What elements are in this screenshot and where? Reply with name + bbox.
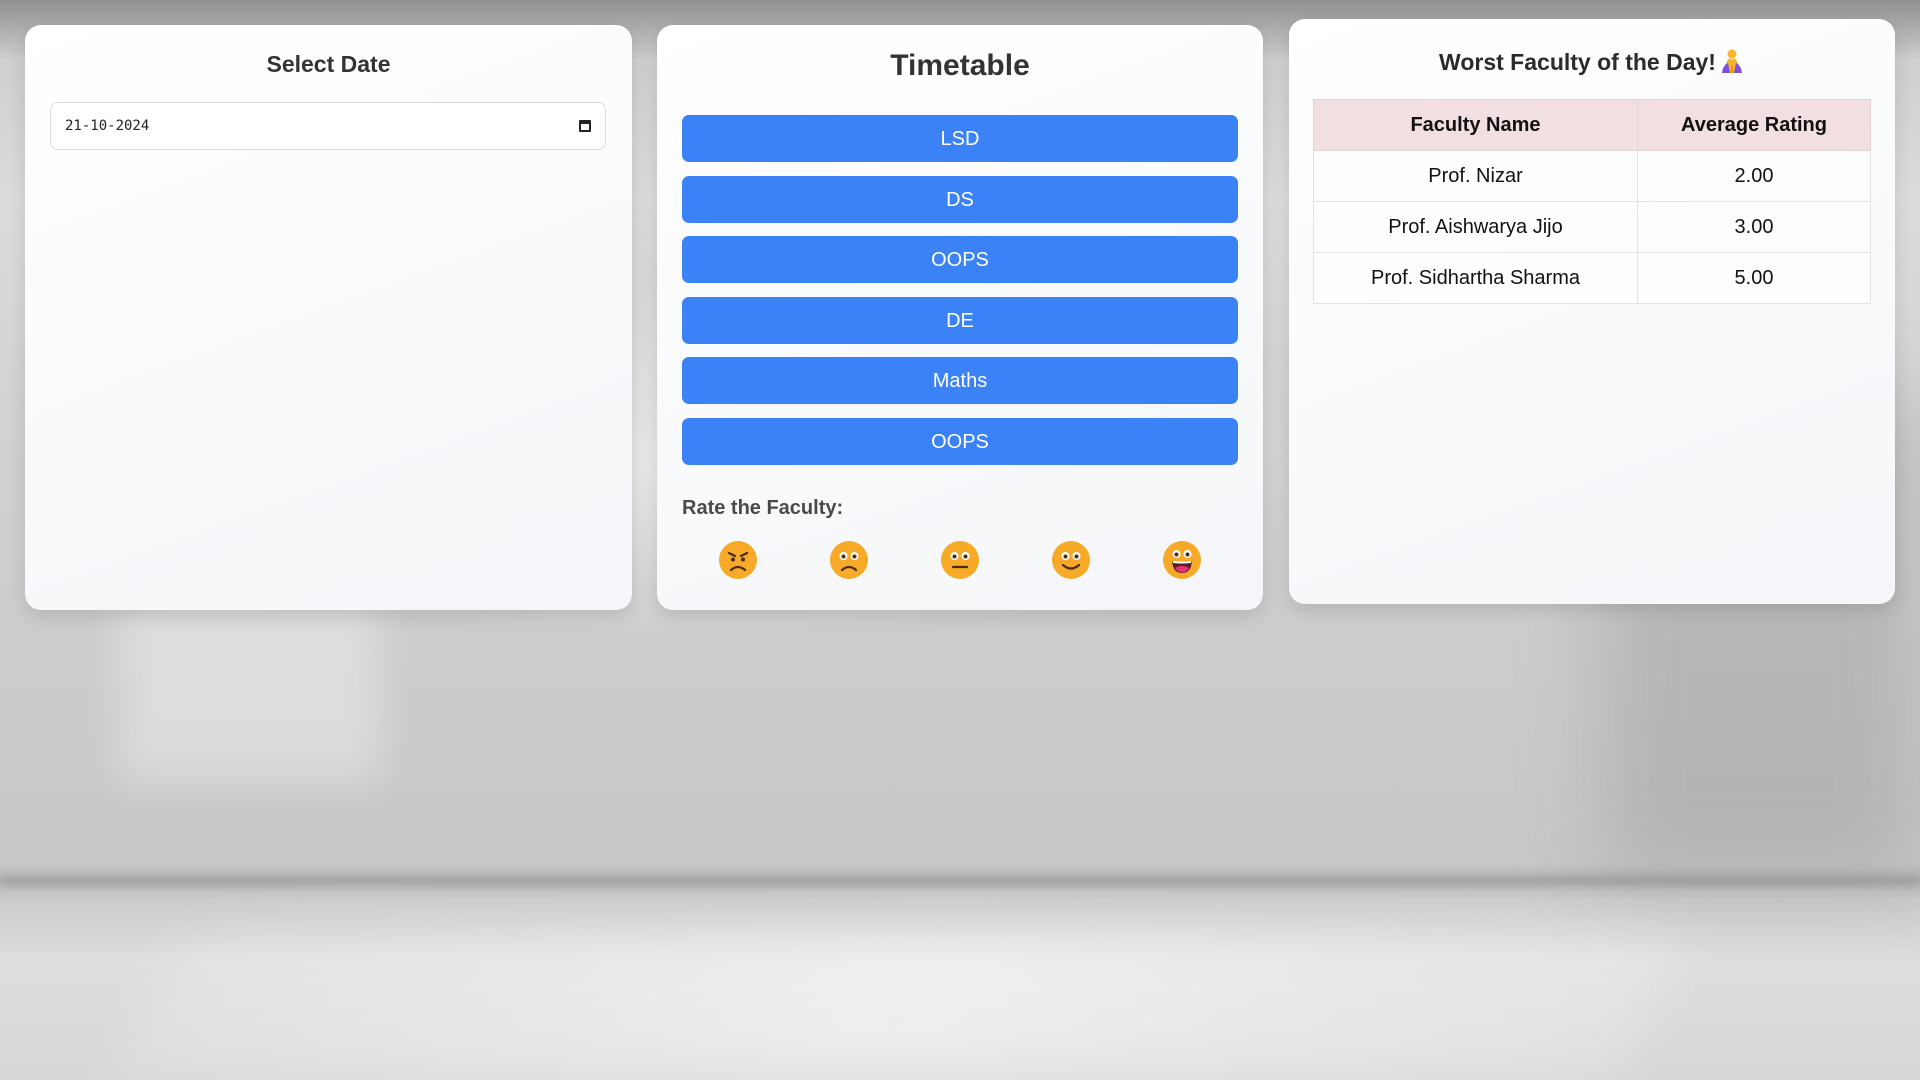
table-row: Prof. Sidhartha Sharma 5.00	[1313, 252, 1871, 304]
subject-button-oops-2[interactable]: OOPS	[682, 417, 1238, 465]
slightly-smiling-face-icon[interactable]	[1051, 540, 1091, 580]
date-input-value: 21-10-2024	[65, 118, 150, 134]
faculty-name-cell: Prof. Nizar	[1313, 150, 1638, 202]
subject-button-lsd[interactable]: LSD	[682, 115, 1238, 162]
average-rating-cell: 2.00	[1637, 150, 1871, 202]
average-rating-cell: 5.00	[1637, 252, 1871, 304]
table-row: Prof. Aishwarya Jijo 3.00	[1313, 201, 1871, 253]
date-card: Select Date 21-10-2024	[25, 25, 632, 610]
rating-emoji-row	[682, 540, 1238, 580]
rate-faculty-label: Rate the Faculty:	[682, 497, 844, 519]
worst-faculty-title-text: Worst Faculty of the Day!	[1439, 49, 1716, 75]
background-light	[120, 600, 380, 780]
timetable-card: Timetable LSD DS OOPS DE Maths OOPS Rate…	[657, 25, 1263, 610]
subject-button-oops[interactable]: OOPS	[682, 236, 1238, 283]
table-header-row: Faculty Name Average Rating	[1313, 99, 1871, 151]
subject-list: LSD DS OOPS DE Maths OOPS	[682, 115, 1238, 478]
background-floor-light	[115, 930, 1685, 1080]
frowning-face-icon[interactable]	[829, 540, 869, 580]
background-floor-line	[0, 876, 1920, 886]
neutral-face-icon[interactable]	[940, 540, 980, 580]
folded-hands-icon	[1721, 49, 1742, 73]
column-header-faculty-name: Faculty Name	[1313, 99, 1638, 151]
subject-button-ds[interactable]: DS	[682, 175, 1238, 223]
faculty-ratings-table: Faculty Name Average Rating Prof. Nizar …	[1313, 99, 1871, 304]
faculty-name-cell: Prof. Sidhartha Sharma	[1313, 252, 1638, 304]
angry-face-icon[interactable]	[718, 540, 758, 580]
calendar-icon[interactable]	[579, 120, 591, 132]
date-input[interactable]: 21-10-2024	[50, 102, 606, 150]
subject-button-de[interactable]: DE	[682, 296, 1238, 344]
faculty-name-cell: Prof. Aishwarya Jijo	[1313, 201, 1638, 253]
subject-button-maths[interactable]: Maths	[682, 357, 1238, 404]
table-row: Prof. Nizar 2.00	[1313, 150, 1871, 202]
date-card-title: Select Date	[266, 51, 391, 77]
column-header-average-rating: Average Rating	[1637, 99, 1871, 151]
average-rating-cell: 3.00	[1637, 201, 1871, 253]
timetable-title: Timetable	[890, 49, 1030, 82]
grinning-face-icon[interactable]	[1162, 540, 1202, 580]
worst-faculty-title: Worst Faculty of the Day!	[1289, 19, 1895, 76]
worst-faculty-card: Worst Faculty of the Day! Faculty Name A…	[1289, 19, 1895, 604]
